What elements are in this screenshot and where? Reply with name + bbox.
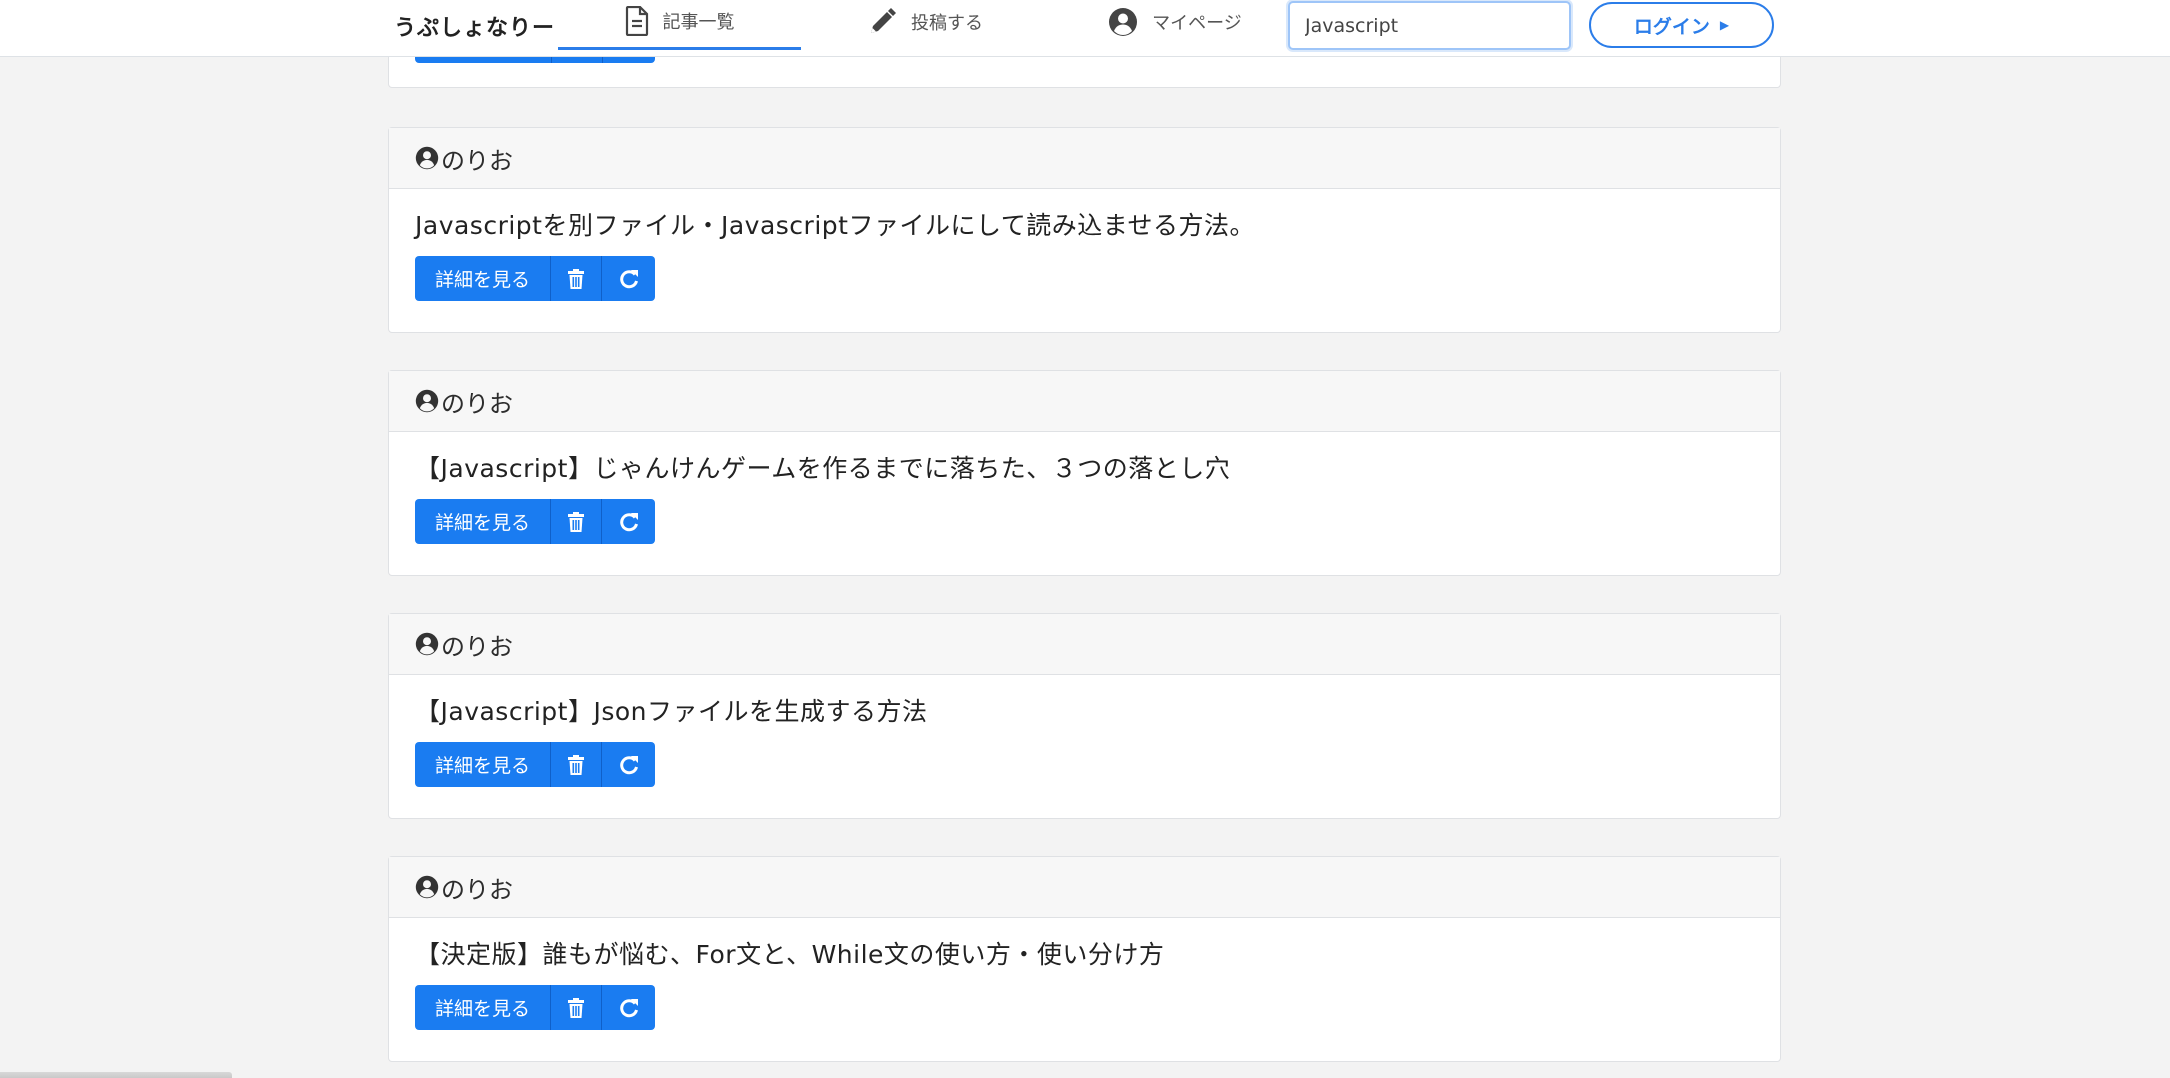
nav-write[interactable]: 投稿する xyxy=(840,0,1010,50)
delete-button[interactable] xyxy=(551,985,602,1030)
refresh-icon xyxy=(619,755,638,774)
card-body: 【Javascript】じゃんけんゲームを作るまでに落ちた、３つの落とし穴 詳細… xyxy=(389,432,1780,575)
post-card: のりお Javascriptを別ファイル・Javascriptファイルにして読み… xyxy=(388,127,1781,333)
user-circle-icon xyxy=(415,632,439,656)
nav-posts[interactable]: 記事一覧 xyxy=(558,0,801,50)
refresh-button[interactable] xyxy=(602,742,655,787)
refresh-icon xyxy=(619,998,638,1017)
user-circle-icon xyxy=(415,146,439,170)
post-title: 【Javascript】じゃんけんゲームを作るまでに落ちた、３つの落とし穴 xyxy=(415,454,1231,483)
search-input[interactable] xyxy=(1288,1,1571,50)
refresh-button[interactable] xyxy=(602,256,655,301)
card-header: のりお xyxy=(389,857,1780,918)
detail-button[interactable]: 詳細を見る xyxy=(415,985,551,1030)
post-author: のりお xyxy=(441,389,513,418)
navbar: うぷしょなりー 記事一覧 投稿する マイページ ログイン ▶ xyxy=(0,0,2170,57)
trash-icon xyxy=(568,268,584,289)
card-header: のりお xyxy=(389,371,1780,432)
post-actions: 詳細を見る xyxy=(415,742,1780,787)
login-label: ログイン xyxy=(1633,15,1710,38)
delete-button[interactable] xyxy=(551,256,602,301)
detail-button[interactable]: 詳細を見る xyxy=(415,256,551,301)
post-actions: 詳細を見る xyxy=(415,499,1780,544)
user-circle-icon xyxy=(1109,8,1138,36)
post-title: Javascriptを別ファイル・Javascriptファイルにして読み込ませる… xyxy=(415,211,1255,240)
user-circle-icon xyxy=(415,389,439,413)
post-author: のりお xyxy=(441,146,513,175)
post-card: のりお 【Javascript】Jsonファイルを生成する方法 詳細を見る xyxy=(388,613,1781,819)
nav-posts-label: 記事一覧 xyxy=(662,11,735,33)
card-body: Javascriptを別ファイル・Javascriptファイルにして読み込ませる… xyxy=(389,189,1780,332)
document-icon xyxy=(625,5,648,36)
refresh-button[interactable] xyxy=(602,985,655,1030)
trash-icon xyxy=(568,997,584,1018)
brand-logo[interactable]: うぷしょなりー xyxy=(394,10,555,42)
refresh-icon xyxy=(619,269,638,288)
post-author: のりお xyxy=(441,632,513,661)
user-circle-icon xyxy=(415,875,439,899)
trash-icon xyxy=(568,754,584,775)
post-author: のりお xyxy=(441,875,513,904)
card-body: 【決定版】誰もが悩む、For文と、While文の使い方・使い分け方 詳細を見る xyxy=(389,918,1780,1061)
post-title: 【決定版】誰もが悩む、For文と、While文の使い方・使い分け方 xyxy=(415,940,1165,969)
card-header: のりお xyxy=(389,128,1780,189)
nav-write-label: 投稿する xyxy=(911,13,983,34)
post-card: のりお 【決定版】誰もが悩む、For文と、While文の使い方・使い分け方 詳細… xyxy=(388,856,1781,1062)
refresh-icon xyxy=(619,512,638,531)
nav-mypage-label: マイページ xyxy=(1152,13,1242,34)
delete-button[interactable] xyxy=(551,742,602,787)
pencil-icon xyxy=(871,8,896,33)
login-button[interactable]: ログイン ▶ xyxy=(1589,2,1774,48)
nav-mypage[interactable]: マイページ xyxy=(1090,0,1260,50)
horizontal-scrollbar[interactable] xyxy=(0,1072,232,1078)
card-header: のりお xyxy=(389,614,1780,675)
post-card: のりお 【Javascript】じゃんけんゲームを作るまでに落ちた、３つの落とし… xyxy=(388,370,1781,576)
delete-button[interactable] xyxy=(551,499,602,544)
refresh-button[interactable] xyxy=(602,499,655,544)
post-actions: 詳細を見る xyxy=(415,985,1780,1030)
detail-button[interactable]: 詳細を見る xyxy=(415,742,551,787)
trash-icon xyxy=(568,511,584,532)
post-actions: 詳細を見る xyxy=(415,256,1780,301)
caret-right-icon: ▶ xyxy=(1719,18,1730,32)
post-title: 【Javascript】Jsonファイルを生成する方法 xyxy=(415,697,928,726)
detail-button[interactable]: 詳細を見る xyxy=(415,499,551,544)
card-body: 【Javascript】Jsonファイルを生成する方法 詳細を見る xyxy=(389,675,1780,818)
